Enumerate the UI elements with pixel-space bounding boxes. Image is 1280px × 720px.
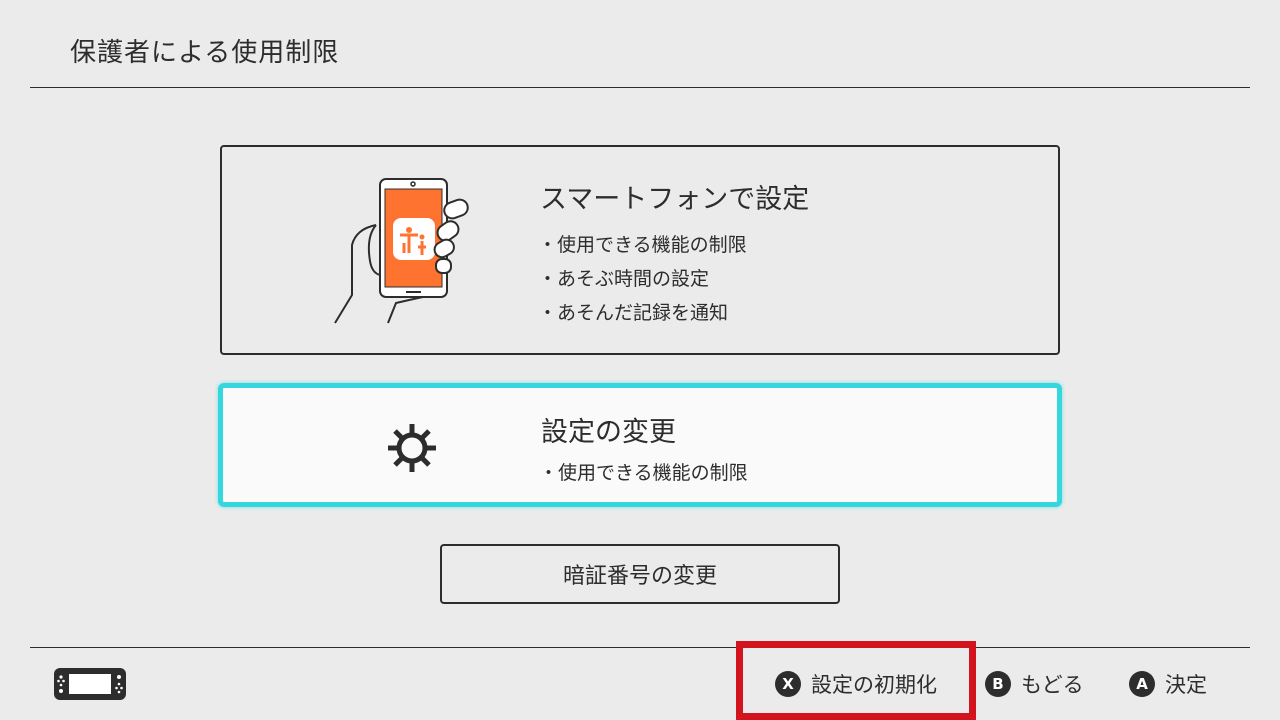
reset-settings-label: 設定の初期化 [811, 673, 937, 697]
reset-settings-action[interactable]: X 設定の初期化 [775, 660, 937, 708]
x-button-icon: X [775, 671, 801, 697]
change-settings-feature-list: 使用できる機能の制限 [539, 456, 748, 490]
confirm-action[interactable]: A 決定 [1129, 660, 1207, 708]
feature-item: あそぶ時間の設定 [538, 262, 747, 296]
b-button-icon: B [985, 671, 1011, 697]
smartphone-option-title: スマートフォンで設定 [540, 184, 810, 215]
header-divider [30, 87, 1250, 88]
footer-actions: X 設定の初期化 B もどる A 決定 [0, 660, 1280, 708]
gear-icon [388, 424, 436, 472]
change-pin-button[interactable]: 暗証番号の変更 [440, 544, 840, 604]
change-settings-option[interactable]: 設定の変更 使用できる機能の制限 [218, 383, 1062, 507]
smartphone-settings-option[interactable]: スマートフォンで設定 使用できる機能の制限 あそぶ時間の設定 あそんだ記録を通知 [220, 145, 1060, 355]
change-settings-title: 設定の変更 [541, 417, 676, 448]
feature-item: 使用できる機能の制限 [538, 228, 747, 262]
back-label: もどる [1021, 673, 1084, 697]
smartphone-hand-icon [334, 178, 469, 324]
feature-item: 使用できる機能の制限 [539, 456, 748, 490]
footer-divider [30, 647, 1250, 648]
a-button-icon: A [1129, 671, 1155, 697]
confirm-label: 決定 [1165, 673, 1207, 697]
back-action[interactable]: B もどる [985, 660, 1084, 708]
page-title: 保護者による使用制限 [70, 38, 340, 68]
feature-item: あそんだ記録を通知 [538, 296, 747, 330]
smartphone-feature-list: 使用できる機能の制限 あそぶ時間の設定 あそんだ記録を通知 [538, 228, 747, 330]
